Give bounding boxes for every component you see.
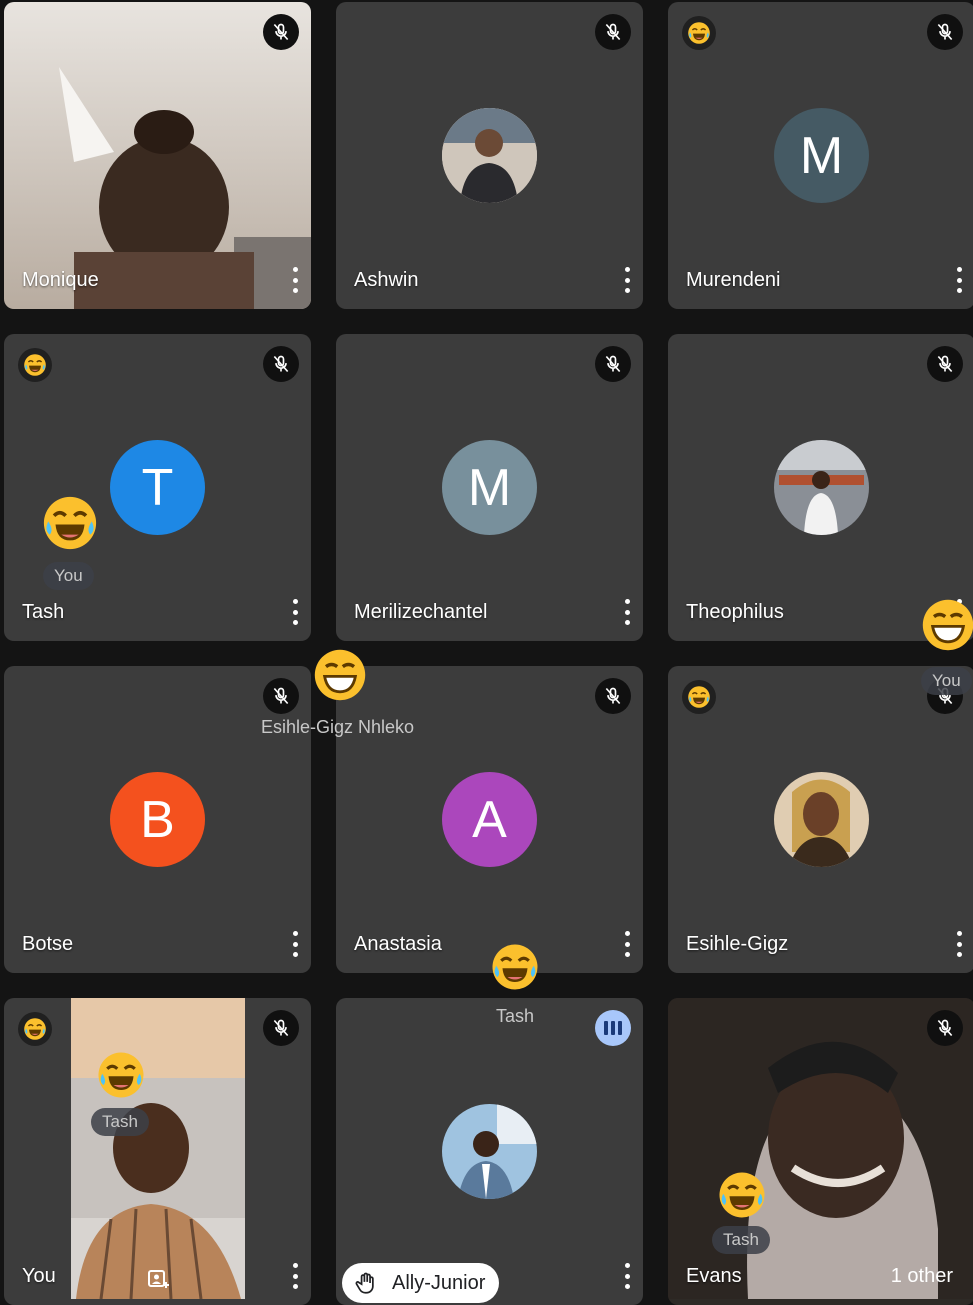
avatar: T bbox=[110, 440, 205, 535]
mic-off-icon bbox=[927, 14, 963, 50]
participant-name: You bbox=[22, 1265, 56, 1287]
mic-off-icon bbox=[927, 1010, 963, 1046]
participant-name: Ally-Junior bbox=[392, 1271, 486, 1294]
reaction-sender-label: You bbox=[921, 667, 972, 695]
laughing-emoji-icon bbox=[682, 680, 716, 714]
mic-off-icon bbox=[263, 346, 299, 382]
mic-off-icon bbox=[595, 678, 631, 714]
participant-tile-esihle-gigz[interactable]: Esihle-Gigz bbox=[668, 666, 973, 973]
mic-off-icon bbox=[263, 14, 299, 50]
more-options-button[interactable] bbox=[287, 599, 303, 625]
laughing-emoji-icon bbox=[96, 1050, 146, 1100]
mic-off-icon bbox=[263, 1010, 299, 1046]
participant-name: Esihle-Gigz bbox=[686, 933, 789, 955]
avatar bbox=[774, 772, 869, 867]
participant-tile-ally-junior[interactable]: Tash Ally-Junior bbox=[336, 998, 643, 1305]
avatar: A bbox=[442, 772, 537, 867]
more-options-button[interactable] bbox=[287, 931, 303, 957]
laughing-emoji-icon bbox=[490, 942, 540, 992]
audio-level-icon bbox=[595, 1010, 631, 1046]
participant-name: Theophilus bbox=[686, 601, 784, 623]
participant-name: Monique bbox=[22, 269, 99, 291]
more-options-button[interactable] bbox=[619, 267, 635, 293]
participant-name: Anastasia bbox=[354, 933, 442, 955]
avatar bbox=[442, 108, 537, 203]
reaction-sender-label: Tash bbox=[712, 1226, 770, 1254]
avatar: M bbox=[774, 108, 869, 203]
laughing-emoji-icon bbox=[41, 494, 99, 552]
more-options-button[interactable] bbox=[619, 931, 635, 957]
participant-name: Botse bbox=[22, 933, 74, 955]
avatar bbox=[442, 1104, 537, 1199]
participant-name: Tash bbox=[22, 601, 65, 623]
avatar bbox=[774, 440, 869, 535]
reaction-sender-label: Esihle-Gigz Nhleko bbox=[261, 717, 415, 737]
participant-tile-merilizechantel[interactable]: M Merilizechantel bbox=[336, 334, 643, 641]
video-feed bbox=[4, 2, 311, 309]
participant-tile-botse[interactable]: B Botse bbox=[4, 666, 311, 973]
participant-tile-monique[interactable]: Monique bbox=[4, 2, 311, 309]
more-options-button[interactable] bbox=[951, 267, 967, 293]
video-feed bbox=[668, 998, 973, 1299]
reaction-sender-label: Tash bbox=[496, 1006, 535, 1026]
more-options-button[interactable] bbox=[287, 267, 303, 293]
more-options-button[interactable] bbox=[951, 931, 967, 957]
participant-tile-self[interactable]: Tash You bbox=[4, 998, 311, 1305]
participant-name: Evans bbox=[686, 1265, 742, 1287]
participant-name: Ashwin bbox=[354, 269, 419, 291]
participant-tile-anastasia[interactable]: A Anastasia bbox=[336, 666, 643, 973]
mic-off-icon bbox=[263, 678, 299, 714]
participant-name: Murendeni bbox=[686, 269, 781, 291]
laughing-emoji-icon bbox=[18, 348, 52, 382]
mic-off-icon bbox=[927, 346, 963, 382]
laughing-emoji-icon bbox=[717, 1170, 767, 1220]
grinning-emoji-icon bbox=[312, 647, 368, 703]
grinning-emoji-icon bbox=[920, 597, 973, 653]
reframe-icon[interactable] bbox=[146, 1268, 170, 1297]
reaction-sender-label: You bbox=[43, 562, 94, 590]
participant-name: Merilizechantel bbox=[354, 601, 488, 623]
participant-tile-theophilus[interactable]: Theophilus bbox=[668, 334, 973, 641]
other-participants-count[interactable]: 1 other bbox=[891, 1265, 953, 1288]
avatar: B bbox=[110, 772, 205, 867]
participant-tile-tash[interactable]: T You Tash bbox=[4, 334, 311, 641]
laughing-emoji-icon bbox=[18, 1012, 52, 1046]
more-options-button[interactable] bbox=[619, 599, 635, 625]
raised-hand-icon bbox=[355, 1272, 374, 1294]
participant-tile-evans[interactable]: Tash Evans 1 other bbox=[668, 998, 973, 1305]
mic-off-icon bbox=[595, 346, 631, 382]
laughing-emoji-icon bbox=[682, 16, 716, 50]
mic-off-icon bbox=[595, 14, 631, 50]
participant-tile-murendeni[interactable]: M Murendeni bbox=[668, 2, 973, 309]
more-options-button[interactable] bbox=[287, 1263, 303, 1289]
raised-hand-chip[interactable]: Ally-Junior bbox=[342, 1263, 500, 1303]
avatar: M bbox=[442, 440, 537, 535]
reaction-sender-label: Tash bbox=[91, 1108, 149, 1136]
self-video-feed bbox=[71, 998, 245, 1299]
more-options-button[interactable] bbox=[619, 1263, 635, 1289]
participant-tile-ashwin[interactable]: Ashwin bbox=[336, 2, 643, 309]
